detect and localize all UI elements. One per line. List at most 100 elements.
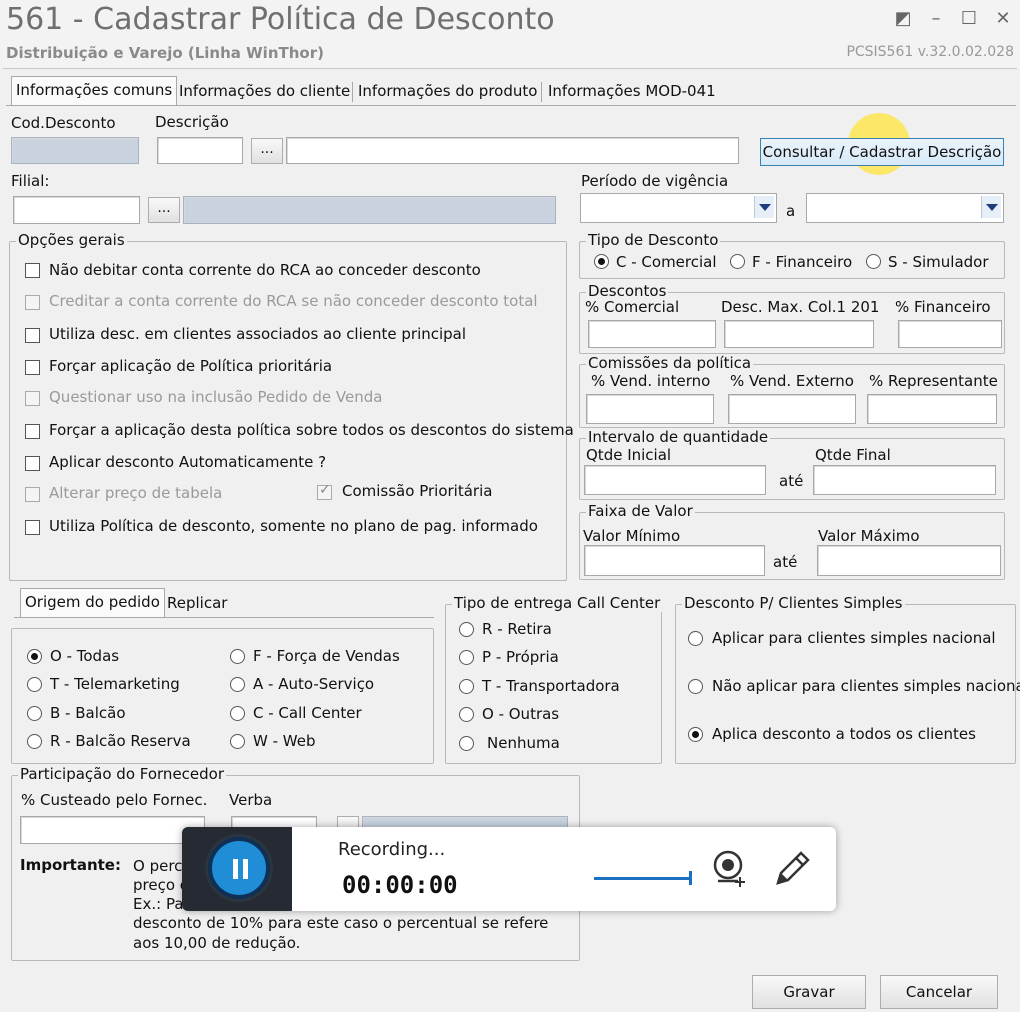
radio-entrega-transportadora[interactable] [459,679,474,694]
radio-entrega-outras[interactable] [459,707,474,722]
checkbox-questionar-uso[interactable] [25,391,40,406]
checkbox-label: Comissão Prioritária [342,482,493,500]
radio-entrega-nenhuma[interactable] [459,736,474,751]
checkbox-label: Forçar aplicação de Política prioritária [49,357,333,375]
radio-origem-balcao[interactable] [27,706,42,721]
radio-origem-balcao-reserva[interactable] [27,734,42,749]
faixa-separator: até [773,553,798,571]
volume-slider-handle[interactable] [689,871,692,885]
checkbox-label: Creditar a conta corrente do RCA se não … [49,292,538,310]
comercial-input[interactable] [588,320,716,348]
radio-simulador[interactable] [866,254,881,269]
recording-status: Recording... [338,839,446,860]
checkbox-creditar[interactable] [25,295,40,310]
checkbox-forcar-prioritaria[interactable] [25,360,40,375]
pause-button[interactable] [208,837,270,899]
radio-comercial[interactable] [594,254,609,269]
filial-name-input[interactable] [183,196,556,224]
radio-origem-call-center[interactable] [230,706,245,721]
cod-desconto-input[interactable] [11,137,139,164]
recording-timer: 00:00:00 [342,871,458,899]
radio-financeiro[interactable] [730,254,745,269]
origem-tab-divider [14,617,434,618]
radio-label: Aplicar para clientes simples nacional [712,629,996,647]
checkbox-comissao-prioritaria[interactable]: ✓ [317,482,332,500]
cancelar-button[interactable]: Cancelar [880,975,998,1009]
volume-slider[interactable] [594,877,690,880]
desc-max-label: Desc. Max. Col.1 201 [721,298,880,316]
pause-icon [233,859,238,879]
radio-label: T - Transportadora [482,677,620,695]
desc-max-input[interactable] [724,320,874,348]
radio-entrega-propria[interactable] [459,650,474,665]
qtde-inicial-input[interactable] [584,465,766,495]
periodo-inicio-select[interactable] [580,193,777,223]
checkbox-label: Não debitar conta corrente do RCA ao con… [49,261,481,279]
descricao-code-input[interactable] [157,137,243,164]
checkbox-clientes-associados[interactable] [25,328,40,343]
radio-origem-telemarketing[interactable] [27,677,42,692]
radio-origem-web[interactable] [230,734,245,749]
radio-origem-forca-vendas[interactable] [230,649,245,664]
custeado-label: % Custeado pelo Fornec. [21,791,208,809]
radio-label: O - Outras [482,705,560,723]
checkbox-alterar-preco[interactable] [25,487,40,502]
financeiro-label: % Financeiro [895,298,991,316]
descricao-text-input[interactable] [286,137,739,164]
pause-icon [243,859,248,879]
window-subtitle: Distribuição e Varejo (Linha WinThor) [6,44,324,62]
pen-icon[interactable] [772,849,810,893]
tab-replicar[interactable]: Replicar [163,590,231,616]
periodo-fim-select[interactable] [806,193,1004,223]
radio-label: Aplica desconto a todos os clientes [712,725,976,743]
webcam-icon[interactable] [712,849,748,893]
restore-icon[interactable]: ◩ [892,8,914,30]
financeiro-input[interactable] [898,320,1002,348]
tab-informacoes-cliente[interactable]: Informações do cliente [175,78,354,104]
tab-informacoes-comuns[interactable]: Informações comuns [11,76,178,106]
tab-informacoes-produto[interactable]: Informações do produto [354,78,541,104]
checkbox-nao-debitar[interactable] [25,263,40,278]
tipo-entrega-legend: Tipo de entrega Call Center [452,594,663,612]
radio-aplicar-simples[interactable] [688,631,703,646]
radio-origem-auto-servico[interactable] [230,677,245,692]
qtde-final-label: Qtde Final [815,446,891,464]
radio-nao-aplicar-simples[interactable] [688,679,703,694]
radio-label: F - Força de Vendas [253,647,400,665]
intervalo-separator: até [779,472,804,490]
qtde-final-input[interactable] [813,465,996,495]
checkbox-plano-pagamento[interactable] [25,520,40,535]
checkbox-aplicar-automaticamente[interactable] [25,456,40,471]
vend-interno-input[interactable] [586,394,714,424]
radio-label: P - Própria [482,648,559,666]
radio-label: Não aplicar para clientes simples nacion… [712,677,1020,695]
radio-aplica-todos[interactable] [688,727,703,742]
filial-search-button[interactable]: ... [148,197,180,223]
descricao-search-button[interactable]: ... [251,138,283,164]
maximize-icon[interactable]: ☐ [958,8,980,30]
custeado-input[interactable] [20,816,205,844]
tab-informacoes-mod041[interactable]: Informações MOD-041 [544,78,720,104]
tab-divider [6,105,1016,106]
filial-label: Filial: [11,172,50,190]
tab-origem-pedido[interactable]: Origem do pedido [20,588,165,618]
vend-externo-input[interactable] [728,394,856,424]
valor-minimo-input[interactable] [584,545,765,576]
checkbox-forcar-todos[interactable] [25,424,40,439]
checkbox-label: Utiliza Política de desconto, somente no… [49,517,538,535]
checkbox-label: Utiliza desc. em clientes associados ao … [49,325,467,343]
minimize-icon[interactable]: – [925,8,947,30]
valor-maximo-input[interactable] [817,545,1001,576]
radio-label: R - Retira [482,620,552,638]
representante-input[interactable] [867,394,997,424]
consultar-cadastrar-button[interactable]: Consultar / Cadastrar Descrição [760,138,1004,166]
close-icon[interactable]: ✕ [992,8,1014,30]
importante-note-line: desconto de 10% para este caso o percent… [133,914,549,932]
filial-code-input[interactable] [13,196,140,224]
participacao-fornecedor-legend: Participação do Fornecedor [18,765,227,783]
radio-entrega-retira[interactable] [459,622,474,637]
faixa-valor-legend: Faixa de Valor [586,502,695,520]
gravar-button[interactable]: Gravar [752,975,866,1009]
radio-origem-todas[interactable] [27,649,42,664]
cod-desconto-label: Cod.Desconto [11,114,116,132]
